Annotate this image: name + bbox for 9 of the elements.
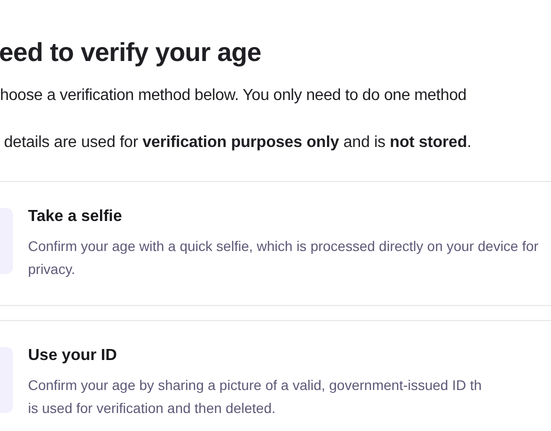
method-title: Use your ID xyxy=(28,346,118,366)
method-description: Confirm your age with a quick selfie, which is processed directly on your device for privacy. xyxy=(28,237,540,279)
method-title: Take a selfie xyxy=(28,207,123,227)
page-heading: eed to verify your age xyxy=(0,36,262,68)
privacy-notice: details are used for verification purposes only and is not stored. xyxy=(4,133,472,153)
method-option[interactable]: Use your ID Confirm your age by sharing a picture of a valid, government-issued ID th is used for verification and then deleted. xyxy=(0,320,551,431)
method-description: Confirm your age by sharing a picture of a valid, government-issued ID th is used for verification and then deleted. xyxy=(28,376,483,418)
method-option[interactable]: Take a selfie Confirm your age with a quick selfie, which is processed directly on your device for privacy. xyxy=(0,181,551,306)
instruction-text: hoose a verification method below. You only need to do one method xyxy=(0,86,468,106)
